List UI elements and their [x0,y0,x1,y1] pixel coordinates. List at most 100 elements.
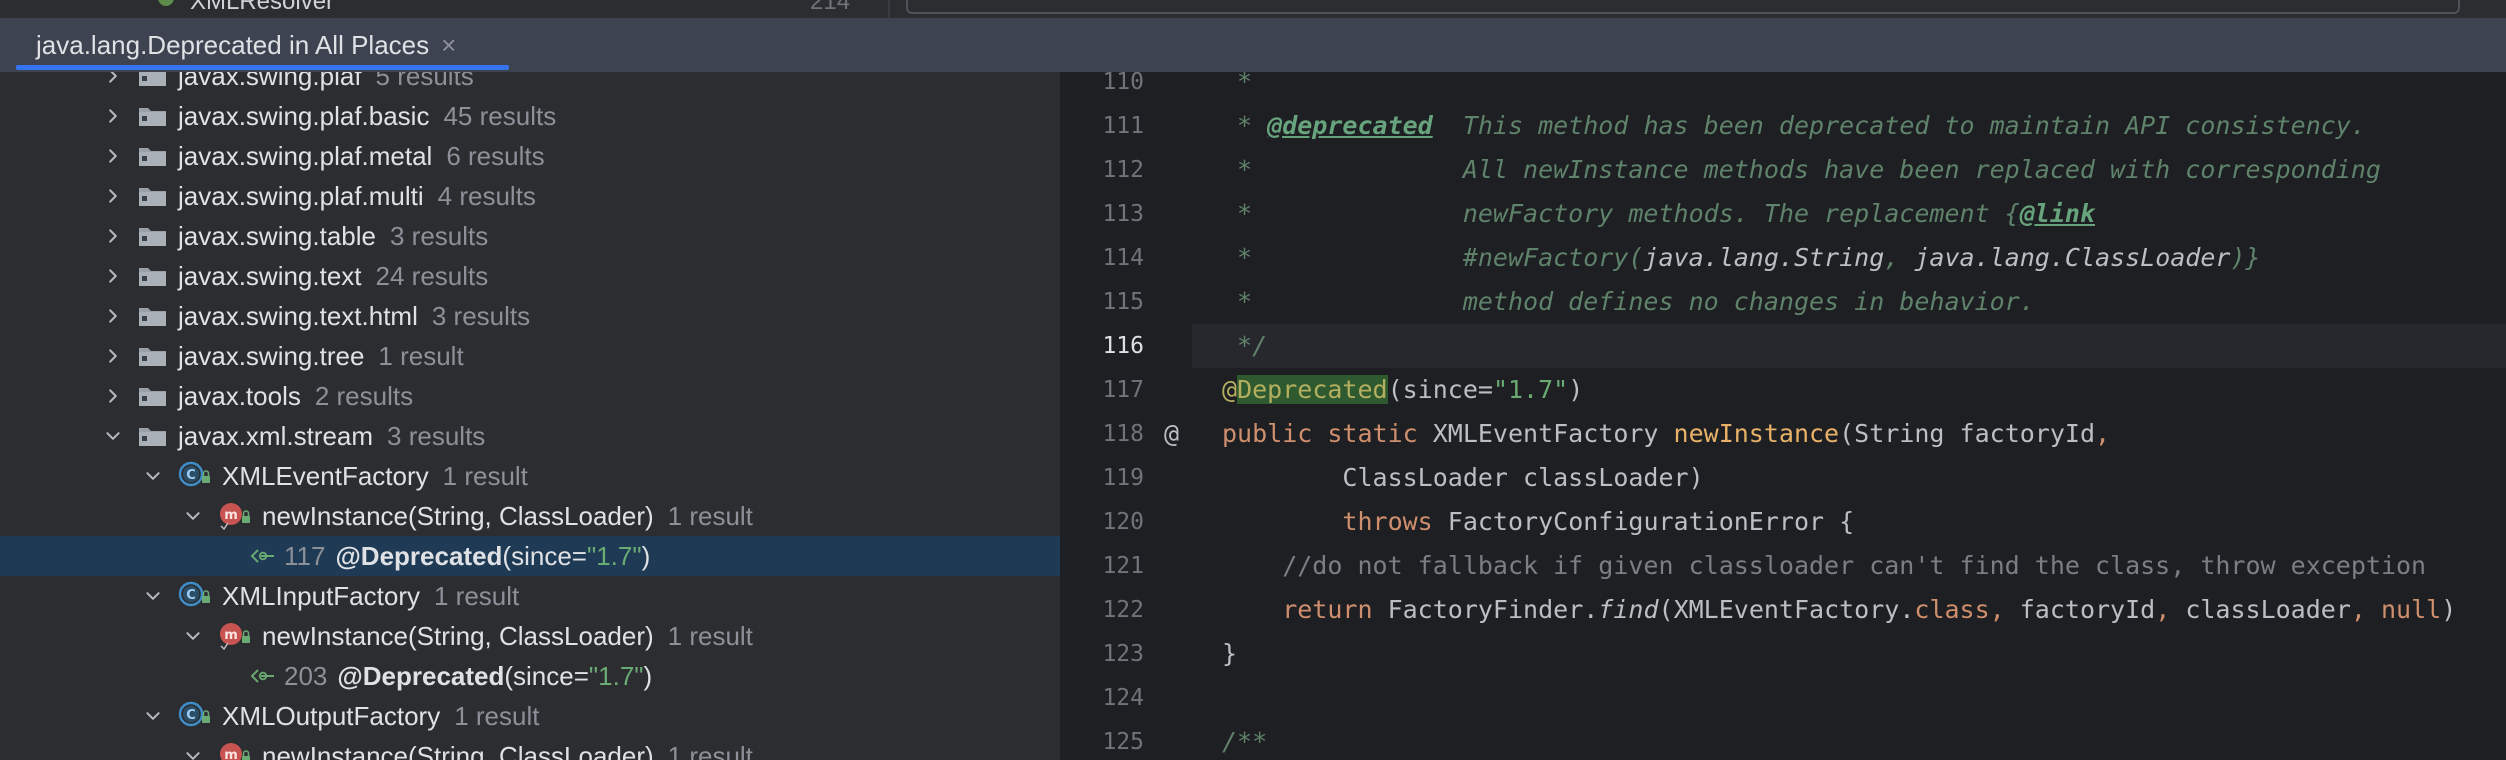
annotation-args-close: ) [643,660,653,691]
result-count: 1 result [667,620,753,651]
code-token: , [1884,243,1915,272]
code-line[interactable]: * newFactory methods. The replacement {@… [1222,199,2095,228]
package-row[interactable]: javax.swing.table 3 results [0,216,1060,256]
svg-text:C: C [186,708,196,723]
code-line[interactable]: * [1222,72,1252,96]
result-count: 1 result [433,580,520,611]
result-count: 3 results [390,220,489,251]
code-line[interactable]: } [1222,639,1237,668]
svg-text:m: m [224,748,238,760]
package-name: javax.swing.text [178,260,362,291]
svg-text:C: C [186,468,196,483]
chevron-right-icon[interactable] [100,143,126,169]
code-token: @deprecated [1267,111,1433,140]
package-folder-icon [138,264,168,288]
package-row[interactable]: javax.swing.text.html 3 results [0,296,1060,336]
svg-text:m: m [224,628,238,643]
line-number: 110 [1102,72,1144,95]
class-row[interactable]: C XMLEventFactory 1 result [0,456,1060,496]
method-row[interactable]: m newInstance(String, ClassLoader) 1 resul… [0,616,1060,656]
result-count: 1 result [667,500,753,531]
code-line[interactable]: * method defines no changes in behavior. [1222,287,2035,316]
code-line[interactable]: public static XMLEventFactory newInstanc… [1222,419,2110,448]
usage-row[interactable]: 203 @Deprecated(since="1.7") [0,656,1060,696]
code-token: , [2155,595,2186,624]
code-token: return [1222,595,1388,624]
package-row[interactable]: javax.swing.text 24 results [0,256,1060,296]
package-name: javax.swing.table [178,220,376,251]
chevron-right-icon[interactable] [100,223,126,249]
code-line[interactable]: * @deprecated This method has been depre… [1222,111,2366,140]
chevron-down-icon[interactable] [140,463,166,489]
method-row[interactable]: m newInstance(String, ClassLoader) 1 resul… [0,496,1060,536]
package-row[interactable]: javax.swing.plaf.multi 4 results [0,176,1060,216]
code-token: (since= [1387,375,1493,404]
tab-deprecated-usages[interactable]: java.lang.Deprecated in All Places × [16,18,456,72]
tab-label[interactable]: java.lang.Deprecated in All Places [36,30,429,61]
code-editor[interactable]: 110 111 112 113 114 115 116 117 118 @119 120 121 122… [1090,72,2506,760]
chevron-down-icon[interactable] [180,743,206,760]
method-m-icon: m [218,501,252,531]
line-number: 119 [1102,465,1144,491]
chevron-down-icon[interactable] [140,703,166,729]
result-count: 45 results [443,100,557,131]
code-line[interactable]: */ [1222,331,1267,360]
code-token: //do not fallback if given classloader c… [1222,551,2427,580]
usage-arrow-icon [250,664,276,688]
code-line[interactable]: throws FactoryConfigurationError { [1222,507,1854,536]
panel-splitter[interactable] [1060,72,1090,760]
chevron-right-icon[interactable] [100,343,126,369]
chevron-right-icon[interactable] [100,263,126,289]
class-row[interactable]: C XMLOutputFactory 1 result [0,696,1060,736]
usage-line-number: 203 [284,660,328,691]
code-token: "1.7" [1492,375,1569,404]
chevron-down-icon[interactable] [100,423,126,449]
code-line[interactable]: //do not fallback if given classloader c… [1222,551,2426,580]
result-count: 6 results [446,140,545,171]
horizontal-scrollbar[interactable] [906,0,2460,14]
package-row[interactable]: javax.swing.plaf 5 results [0,72,1060,96]
result-count: 4 results [437,180,536,211]
override-marker-icon[interactable]: @ [1164,419,1179,448]
chevron-right-icon[interactable] [100,183,126,209]
chevron-right-icon[interactable] [100,303,126,329]
line-number: 125 [1102,729,1144,755]
code-line[interactable]: * #newFactory(java.lang.String, java.lan… [1222,243,2261,272]
code-line[interactable]: return FactoryFinder.find(XMLEventFactor… [1222,595,2456,624]
chevron-down-icon[interactable] [140,583,166,609]
annotation-args-open: (since= [504,660,589,691]
class-row[interactable]: C XMLInputFactory 1 result [0,576,1060,616]
annotation-args-close: ) [641,540,651,571]
code-token: factoryId [2019,595,2156,624]
code-line[interactable]: * All newInstance methods have been repl… [1222,155,2381,184]
package-row[interactable]: javax.tools 2 results [0,376,1060,416]
package-row[interactable]: javax.swing.plaf.metal 6 results [0,136,1060,176]
chevron-right-icon[interactable] [100,383,126,409]
code-token: * [1222,111,1268,140]
package-folder-icon [138,224,168,248]
usage-line-number: 117 [284,540,326,571]
method-row[interactable]: m newInstance(String, ClassLoader) 1 resul… [0,736,1060,760]
package-name: javax.xml.stream [178,420,374,451]
code-token: FactoryConfigurationError { [1447,507,1855,536]
class-name: XMLEventFactory [222,460,429,491]
usage-row[interactable]: 117 @Deprecated(since="1.7") [0,536,1060,576]
code-line[interactable]: ClassLoader classLoader) [1222,463,1703,492]
code-line[interactable]: /** [1222,727,1267,756]
close-icon[interactable]: × [441,30,456,61]
chevron-down-icon[interactable] [180,503,206,529]
package-row[interactable]: javax.xml.stream 3 results [0,416,1060,456]
package-row[interactable]: javax.swing.tree 1 result [0,336,1060,376]
class-c-icon: C [178,701,212,731]
chevron-right-icon[interactable] [100,103,126,129]
chevron-right-icon[interactable] [100,72,126,89]
chevron-down-icon[interactable] [180,623,206,649]
code-line[interactable]: @Deprecated(since="1.7") [1222,375,1583,404]
line-number: 112 [1102,157,1144,183]
code-token: throws [1342,507,1448,536]
code-token: Deprecated [1237,375,1388,404]
package-row[interactable]: javax.swing.plaf.basic 45 results [0,96,1060,136]
package-folder-icon [138,424,168,448]
package-folder-icon [138,384,168,408]
